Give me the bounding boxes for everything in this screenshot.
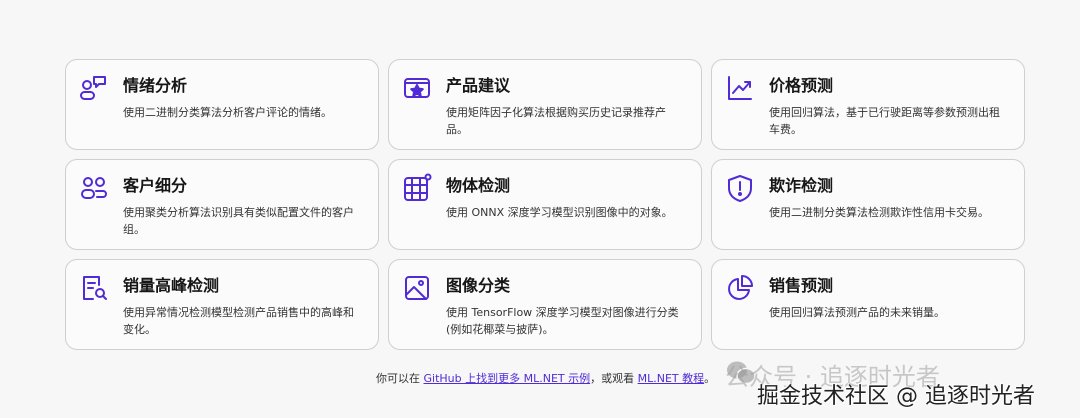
card-title: 销量高峰检测 — [123, 276, 220, 295]
card-description: 使用 TensorFlow 深度学习模型对图像进行分类(例如花椰菜与披萨)。 — [446, 306, 679, 336]
card-description: 使用回归算法预测产品的未来销量。 — [769, 306, 945, 319]
people-chat-icon — [80, 76, 106, 100]
watermark-line2: 掘金技术社区 @ 追逐时光者 — [757, 384, 1035, 409]
pie-chart-icon — [728, 275, 753, 300]
scenario-grid: 情绪分析 使用二进制分类算法分析客户评论的情绪。 产品建议 使用矩阵因子化算法根据购买… — [65, 59, 1025, 350]
card-title: 物体检测 — [446, 176, 511, 195]
footer-prefix: 你可以在 — [376, 372, 424, 385]
tutorials-link[interactable]: ML.NET 教程 — [638, 372, 705, 385]
people-group-icon — [81, 177, 107, 199]
footer-text: 你可以在 GitHub 上找到更多 ML.NET 示例，或观看 ML.NET 教… — [376, 370, 715, 386]
card-title: 销售预测 — [769, 276, 834, 295]
card-description: 使用异常情况检测模型检测产品销售中的高峰和变化。 — [123, 306, 354, 336]
card-title: 图像分类 — [446, 276, 511, 295]
image-icon — [405, 276, 429, 300]
trend-chart-icon — [728, 76, 752, 100]
card-description: 使用矩阵因子化算法根据购买历史记录推荐产品。 — [446, 106, 666, 136]
scenario-card[interactable]: 价格预测使用回归算法，基于已行驶距离等参数预测出租车费。 — [711, 59, 1025, 150]
card-description: 使用聚类分析算法识别具有类似配置文件的客户组。 — [123, 206, 354, 236]
card-title: 价格预测 — [769, 76, 834, 95]
document-search-icon — [83, 276, 107, 300]
grid-detect-icon — [404, 173, 432, 201]
card-description: 使用回归算法，基于已行驶距离等参数预测出租车费。 — [769, 106, 1000, 136]
scenario-card[interactable]: 物体检测使用 ONNX 深度学习模型识别图像中的对象。 — [388, 159, 702, 250]
scenario-card[interactable]: 情绪分析使用二进制分类算法分析客户评论的情绪。 — [65, 59, 379, 150]
card-title: 欺诈检测 — [769, 176, 834, 195]
github-samples-link[interactable]: GitHub 上找到更多 ML.NET 示例 — [424, 372, 591, 385]
footer-middle: ，或观看 — [590, 372, 638, 385]
card-description: 使用二进制分类算法检测欺诈性信用卡交易。 — [769, 206, 989, 219]
card-title: 产品建议 — [446, 76, 511, 95]
scenario-card[interactable]: 产品建议使用矩阵因子化算法根据购买历史记录推荐产品。 — [388, 59, 702, 150]
scenario-card[interactable]: 客户细分使用聚类分析算法识别具有类似配置文件的客户组。 — [65, 159, 379, 250]
card-title: 客户细分 — [123, 176, 188, 195]
scenario-card[interactable]: 图像分类使用 TensorFlow 深度学习模型对图像进行分类(例如花椰菜与披萨… — [388, 259, 702, 350]
product-star-icon — [404, 78, 430, 98]
scenario-card[interactable]: 销量高峰检测使用异常情况检测模型检测产品销售中的高峰和变化。 — [65, 259, 379, 350]
card-description: 使用 ONNX 深度学习模型识别图像中的对象。 — [446, 206, 673, 219]
shield-alert-icon — [728, 175, 752, 202]
scenario-card[interactable]: 欺诈检测使用二进制分类算法检测欺诈性信用卡交易。 — [711, 159, 1025, 250]
card-description: 使用二进制分类算法分析客户评论的情绪。 — [123, 106, 332, 119]
card-title: 情绪分析 — [123, 76, 188, 95]
footer-suffix: 。 — [704, 372, 716, 385]
scenario-card[interactable]: 销售预测使用回归算法预测产品的未来销量。 — [711, 259, 1025, 350]
